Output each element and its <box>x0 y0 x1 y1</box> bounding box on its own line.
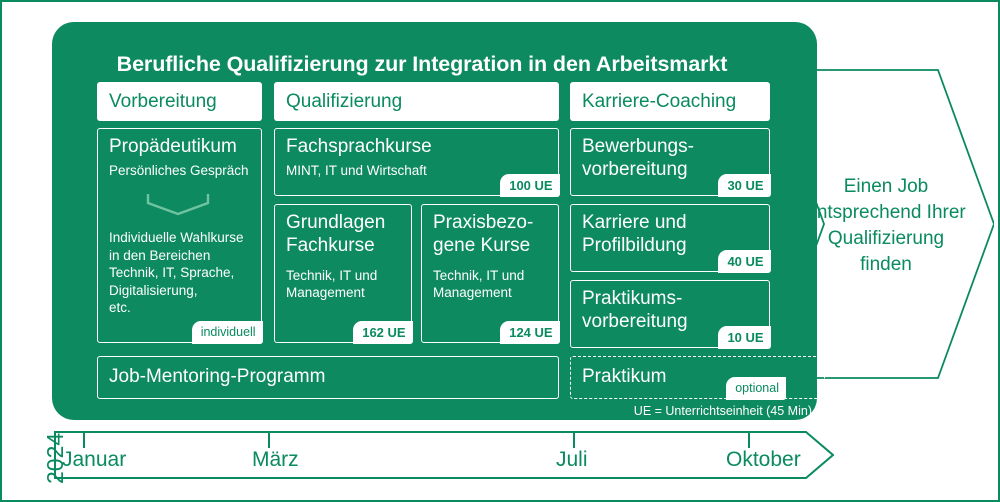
card-title: Propädeutikum <box>109 136 237 157</box>
card-title: Bewerbungs- vorbereitung <box>582 136 694 180</box>
outcome-text: Einen Job entsprechend Ihrer Qualifizier… <box>806 176 966 275</box>
timeline-month-juli: Juli <box>556 448 588 471</box>
column-header-karriere-coaching[interactable]: Karriere-Coaching <box>570 82 770 121</box>
card-subtitle: Persönliches Gespräch <box>109 163 249 178</box>
ue-legend-note: UE = Unterrichtseinheit (45 Min) <box>633 404 812 418</box>
badge-ue: 124 UE <box>500 320 560 344</box>
card-subtitle: Technik, IT und Management <box>433 268 525 300</box>
badge-optional: optional <box>726 376 786 400</box>
card-title: Job-Mentoring-Programm <box>109 366 326 387</box>
card-title: Praxisbezo- gene Kurse <box>433 212 534 256</box>
card-job-mentoring-programm[interactable]: Job-Mentoring-Programm <box>97 356 559 399</box>
card-propaedeutikum[interactable]: Propädeutikum Persönliches Gespräch Indi… <box>97 128 263 344</box>
badge-ue: 162 UE <box>353 320 413 344</box>
card-praxisbezogene-kurse[interactable]: Praxisbezo- gene Kurse Technik, IT und M… <box>421 204 560 344</box>
timeline: Januar März Juli Oktober <box>54 431 835 479</box>
badge-ue: 100 UE <box>500 173 560 197</box>
column-header-qualifizierung[interactable]: Qualifizierung <box>274 82 559 121</box>
timeline-axis <box>54 431 835 479</box>
card-grundlagen-fachkurse[interactable]: Grundlagen Fachkurse Technik, IT und Man… <box>274 204 413 344</box>
chevron-down-icon <box>146 194 210 216</box>
card-body: Individuelle Wahlkurse in den Bereichen … <box>109 230 244 315</box>
card-subtitle: MINT, IT und Wirtschaft <box>286 163 427 178</box>
timeline-month-oktober: Oktober <box>726 448 801 471</box>
card-title: Praktikums- vorbereitung <box>582 288 688 332</box>
card-bewerbungsvorbereitung[interactable]: Bewerbungs- vorbereitung 30 UE <box>570 128 771 197</box>
timeline-month-maerz: März <box>252 448 299 471</box>
badge-ue: 40 UE <box>718 249 771 273</box>
badge-ue: 10 UE <box>718 325 771 349</box>
program-panel: Berufliche Qualifizierung zur Integratio… <box>52 22 825 420</box>
column-header-vorbereitung[interactable]: Vorbereitung <box>97 82 262 121</box>
card-title: Grundlagen Fachkurse <box>286 212 386 256</box>
card-praktikum-optional[interactable]: Praktikum optional <box>570 356 825 400</box>
column-header-label: Vorbereitung <box>109 90 217 112</box>
card-karriere-und-profilbildung[interactable]: Karriere und Profilbildung 40 UE <box>570 204 771 273</box>
column-header-label: Qualifizierung <box>286 90 403 112</box>
card-title: Karriere und Profilbildung <box>582 212 687 256</box>
card-title: Praktikum <box>582 366 667 387</box>
badge-ue: 30 UE <box>718 173 771 197</box>
column-header-label: Karriere-Coaching <box>582 90 737 112</box>
timeline-month-januar: Januar <box>62 448 127 471</box>
card-praktikumsvorbereitung[interactable]: Praktikums- vorbereitung 10 UE <box>570 280 771 349</box>
page-title: Berufliche Qualifizierung zur Integratio… <box>116 52 728 76</box>
card-subtitle: Technik, IT und Management <box>286 268 378 300</box>
infographic-canvas: Einen Job entsprechend Ihrer Qualifizier… <box>0 0 1000 502</box>
card-fachsprachkurse[interactable]: Fachsprachkurse MINT, IT und Wirtschaft … <box>274 128 560 197</box>
card-title: Fachsprachkurse <box>286 136 432 157</box>
badge-individuell: individuell <box>191 320 263 344</box>
